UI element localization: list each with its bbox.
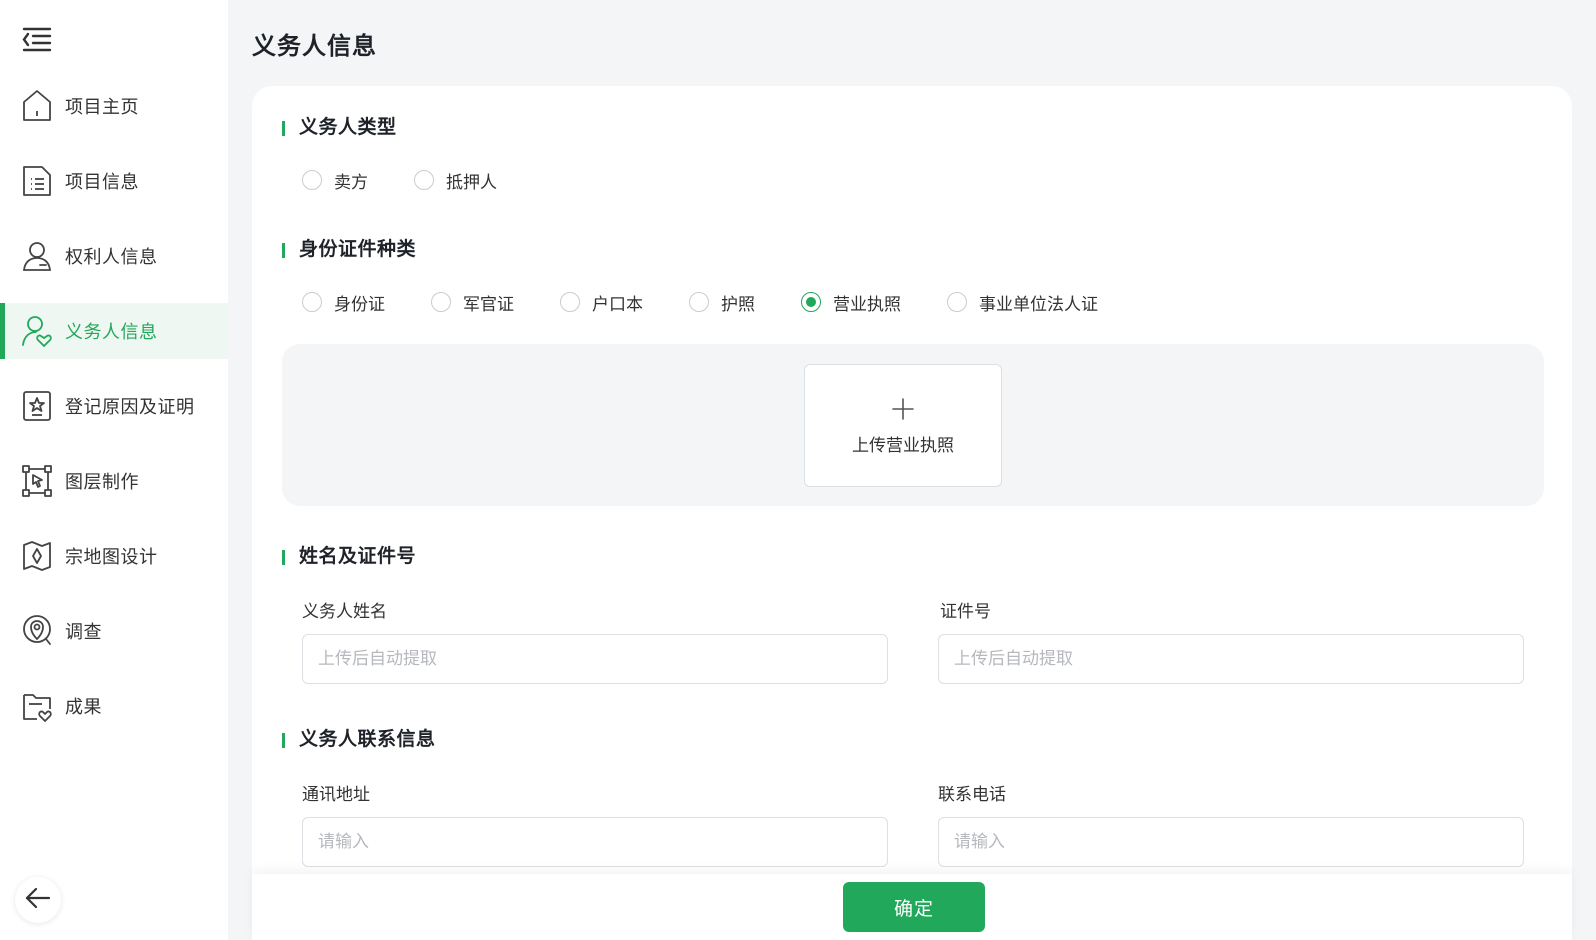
layer-cursor-icon bbox=[22, 464, 52, 498]
phone-input[interactable] bbox=[938, 817, 1524, 867]
upload-label: 上传营业执照 bbox=[852, 436, 954, 455]
sidebar-item-parcel-map-design[interactable]: 宗地图设计 bbox=[0, 528, 228, 584]
sidebar: 项目主页 项目信息 权利人信息 义务人信息 登记原因及证明 图层制作 宗地图设计… bbox=[0, 0, 228, 940]
id-number-input[interactable] bbox=[938, 634, 1524, 684]
radio-officer-card[interactable]: 军官证 bbox=[431, 290, 514, 315]
radio-dot bbox=[414, 170, 434, 190]
form-card: 义务人类型 卖方 抵押人 身份证件种类 身份证 军官证 户口本 护照 营业执照 … bbox=[252, 86, 1572, 940]
arrow-left-icon bbox=[25, 887, 51, 914]
sidebar-nav: 项目主页 项目信息 权利人信息 义务人信息 登记原因及证明 图层制作 宗地图设计… bbox=[0, 78, 228, 753]
radio-label: 营业执照 bbox=[833, 294, 901, 314]
location-search-icon bbox=[22, 614, 52, 648]
plus-icon bbox=[891, 395, 915, 425]
certificate-star-icon bbox=[22, 389, 52, 423]
footer-bar: 确定 bbox=[252, 874, 1572, 940]
radio-label: 户口本 bbox=[592, 294, 643, 314]
radio-label: 身份证 bbox=[334, 294, 385, 314]
back-button[interactable] bbox=[15, 877, 61, 923]
sidebar-item-label: 图层制作 bbox=[65, 472, 139, 492]
sidebar-item-label: 权利人信息 bbox=[65, 247, 158, 267]
radio-dot bbox=[947, 292, 967, 312]
radio-dot bbox=[560, 292, 580, 312]
radio-label: 抵押人 bbox=[446, 172, 497, 192]
section-title-obligor-type: 义务人类型 bbox=[282, 116, 397, 140]
home-icon bbox=[22, 89, 52, 123]
radio-institution-certificate[interactable]: 事业单位法人证 bbox=[947, 290, 1098, 315]
upload-business-license-button[interactable]: 上传营业执照 bbox=[804, 364, 1002, 487]
radio-dot bbox=[302, 170, 322, 190]
sidebar-item-label: 项目信息 bbox=[65, 172, 139, 192]
radio-dot bbox=[689, 292, 709, 312]
sidebar-item-rights-holder-info[interactable]: 权利人信息 bbox=[0, 228, 228, 284]
sidebar-item-label: 宗地图设计 bbox=[65, 547, 158, 567]
sidebar-item-survey[interactable]: 调查 bbox=[0, 603, 228, 659]
radio-label: 护照 bbox=[721, 294, 755, 314]
sidebar-item-results[interactable]: 成果 bbox=[0, 678, 228, 734]
section-title-name-id: 姓名及证件号 bbox=[282, 545, 416, 569]
id-type-radio-group: 身份证 军官证 户口本 护照 营业执照 事业单位法人证 bbox=[302, 290, 1144, 314]
radio-business-license[interactable]: 营业执照 bbox=[801, 290, 901, 315]
radio-seller[interactable]: 卖方 bbox=[302, 168, 368, 193]
section-title-contact: 义务人联系信息 bbox=[282, 728, 436, 752]
radio-label: 军官证 bbox=[463, 294, 514, 314]
radio-label: 卖方 bbox=[334, 172, 368, 192]
page-title: 义务人信息 bbox=[252, 33, 377, 60]
radio-passport[interactable]: 护照 bbox=[689, 290, 755, 315]
sidebar-item-project-home[interactable]: 项目主页 bbox=[0, 78, 228, 134]
obligor-name-label: 义务人姓名 bbox=[302, 602, 387, 621]
radio-mortgagor[interactable]: 抵押人 bbox=[414, 168, 497, 193]
radio-id-card[interactable]: 身份证 bbox=[302, 290, 385, 315]
sidebar-item-label: 项目主页 bbox=[65, 97, 139, 117]
radio-dot bbox=[801, 292, 821, 312]
radio-dot bbox=[302, 292, 322, 312]
user-icon bbox=[22, 239, 52, 273]
radio-dot bbox=[431, 292, 451, 312]
sidebar-item-label: 登记原因及证明 bbox=[65, 397, 195, 417]
menu-collapse-icon[interactable] bbox=[22, 26, 52, 54]
sidebar-item-registration-reason[interactable]: 登记原因及证明 bbox=[0, 378, 228, 434]
obligor-type-radio-group: 卖方 抵押人 bbox=[302, 168, 543, 192]
phone-label: 联系电话 bbox=[938, 785, 1006, 804]
radio-label: 事业单位法人证 bbox=[979, 294, 1098, 314]
address-label: 通讯地址 bbox=[302, 785, 370, 804]
section-title-id-type: 身份证件种类 bbox=[282, 238, 416, 262]
folder-result-icon bbox=[22, 689, 52, 723]
user-heart-icon bbox=[22, 314, 52, 348]
id-number-label: 证件号 bbox=[940, 602, 991, 621]
sidebar-item-label: 义务人信息 bbox=[65, 322, 158, 342]
sidebar-item-obligor-info[interactable]: 义务人信息 bbox=[0, 303, 228, 359]
upload-area: 上传营业执照 bbox=[282, 344, 1544, 506]
document-list-icon bbox=[22, 164, 52, 198]
obligor-name-input[interactable] bbox=[302, 634, 888, 684]
radio-household-register[interactable]: 户口本 bbox=[560, 290, 643, 315]
sidebar-item-layer-making[interactable]: 图层制作 bbox=[0, 453, 228, 509]
confirm-button[interactable]: 确定 bbox=[843, 882, 985, 932]
sidebar-item-project-info[interactable]: 项目信息 bbox=[0, 153, 228, 209]
sidebar-item-label: 成果 bbox=[65, 697, 102, 717]
map-icon bbox=[22, 539, 52, 573]
address-input[interactable] bbox=[302, 817, 888, 867]
sidebar-item-label: 调查 bbox=[65, 622, 102, 642]
